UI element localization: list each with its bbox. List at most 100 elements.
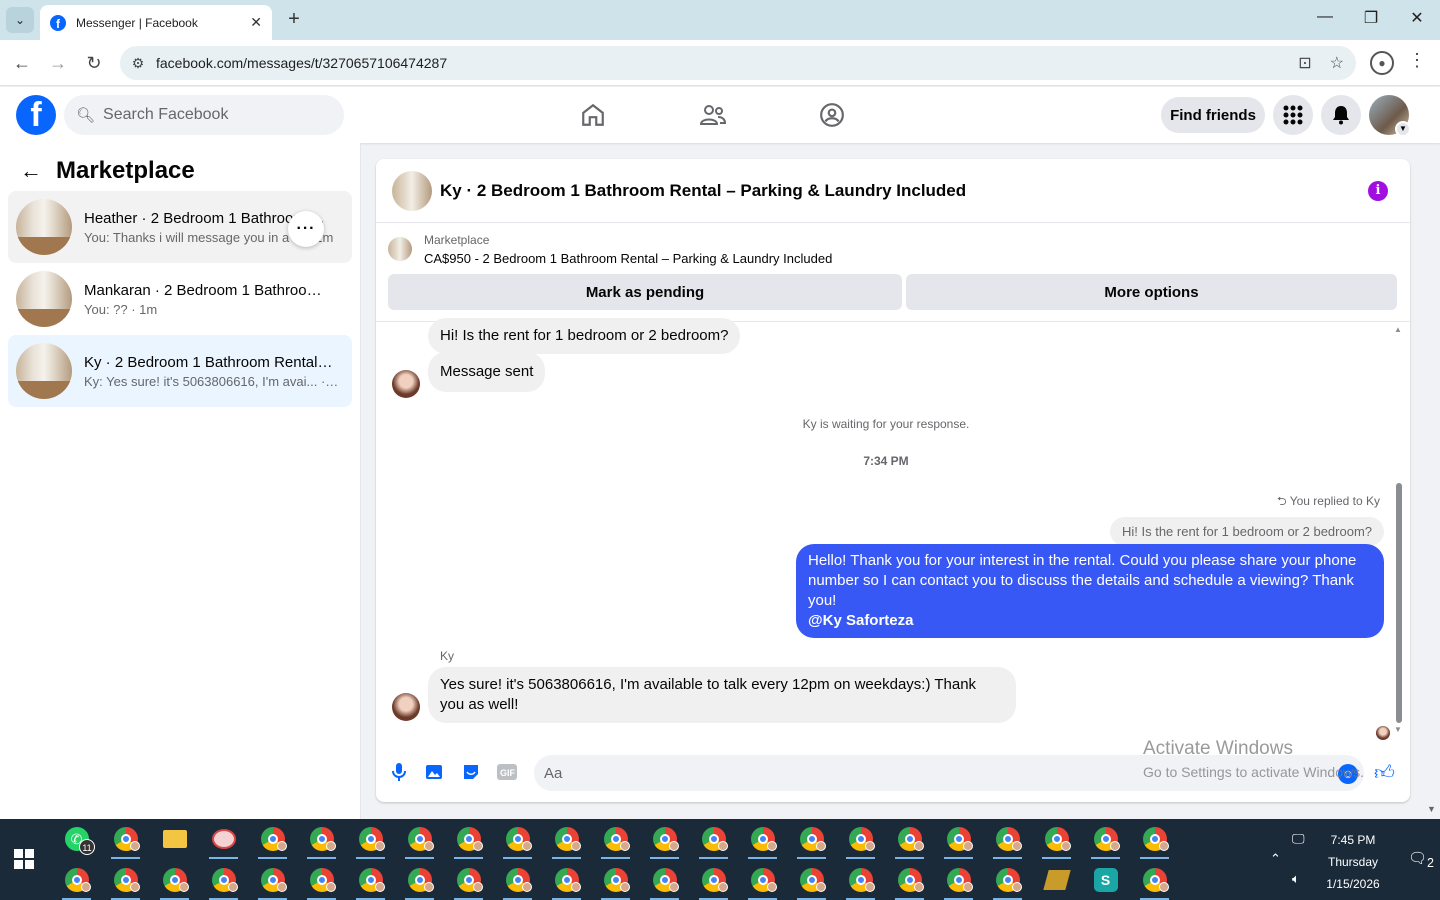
close-window-button[interactable]: ✕ [1402, 8, 1432, 28]
more-options-button[interactable]: More options [906, 274, 1397, 310]
mention[interactable]: @Ky Saforteza [808, 611, 1372, 631]
chrome-taskbar-icon[interactable] [297, 819, 346, 859]
chrome-taskbar-icon[interactable] [493, 819, 542, 859]
chrome-taskbar-icon[interactable] [346, 860, 395, 900]
chrome-taskbar-icon[interactable] [1130, 819, 1179, 859]
file-explorer-taskbar-icon[interactable] [150, 819, 199, 859]
chrome-taskbar-icon[interactable] [395, 860, 444, 900]
chrome-taskbar-icon[interactable] [787, 819, 836, 859]
chrome-taskbar-icon[interactable] [885, 860, 934, 900]
facebook-search[interactable]: 🔍︎ [64, 95, 344, 135]
vpn-taskbar-icon[interactable]: S [1081, 860, 1130, 900]
chrome-taskbar-icon[interactable] [934, 819, 983, 859]
back-arrow-icon[interactable]: ← [10, 51, 34, 75]
marketplace-listing-banner[interactable]: Marketplace CA$950 - 2 Bedroom 1 Bathroo… [388, 233, 832, 266]
chrome-taskbar-icon[interactable] [248, 819, 297, 859]
chrome-taskbar-icon[interactable] [395, 819, 444, 859]
search-input[interactable] [103, 106, 324, 124]
notification-center-icon[interactable]: 🗨︎2 [1408, 849, 1434, 870]
windows-start-icon[interactable] [14, 849, 34, 869]
chat-title[interactable]: Ky · 2 Bedroom 1 Bathroom Rental – Parki… [440, 181, 966, 201]
browser-menu-icon[interactable]: ⋮ [1408, 50, 1426, 71]
listing-thumbnail[interactable] [392, 170, 432, 211]
browser-profile-icon[interactable]: ● [1370, 51, 1394, 75]
friends-icon[interactable] [693, 99, 733, 131]
site-info-icon[interactable]: ⚙ [120, 55, 156, 72]
chrome-taskbar-icon[interactable] [591, 860, 640, 900]
chrome-taskbar-icon[interactable] [983, 860, 1032, 900]
paint-taskbar-icon[interactable] [199, 819, 248, 859]
install-app-icon[interactable]: ⊡ [1298, 53, 1311, 73]
chrome-taskbar-icon[interactable] [787, 860, 836, 900]
chrome-taskbar-icon[interactable] [689, 860, 738, 900]
minimize-window-button[interactable]: — [1310, 8, 1340, 26]
conversation-item-selected[interactable]: Ky · 2 Bedroom 1 Bathroom Rental – Parki… [8, 335, 352, 407]
message-scrollbar[interactable]: ▲ ▼ [1394, 325, 1404, 735]
chrome-taskbar-icon[interactable] [934, 860, 983, 900]
notifications-bell-icon[interactable] [1321, 95, 1361, 135]
chrome-taskbar-icon[interactable] [150, 860, 199, 900]
network-icon[interactable]: 🖵︎ [1292, 831, 1305, 847]
chrome-taskbar-icon[interactable] [346, 819, 395, 859]
chrome-taskbar-icon[interactable] [591, 819, 640, 859]
facebook-logo[interactable]: f [16, 95, 56, 135]
quoted-message[interactable]: Hi! Is the rent for 1 bedroom or 2 bedro… [1109, 517, 1384, 546]
chrome-taskbar-icon[interactable] [738, 860, 787, 900]
account-avatar[interactable]: ▼ [1369, 95, 1411, 137]
groups-icon[interactable] [812, 99, 852, 131]
chrome-taskbar-icon[interactable] [836, 860, 885, 900]
chrome-taskbar-icon[interactable] [444, 860, 493, 900]
address-bar[interactable]: ⚙ facebook.com/messages/t/32706571064742… [120, 46, 1356, 80]
back-arrow-icon[interactable]: ← [20, 158, 42, 184]
chrome-taskbar-icon[interactable] [444, 819, 493, 859]
sticker-icon[interactable] [460, 761, 482, 783]
chrome-taskbar-icon[interactable] [836, 819, 885, 859]
gif-icon[interactable]: GIF [496, 761, 518, 783]
thumbs-up-icon[interactable]: 👍︎ [1374, 761, 1395, 785]
contact-avatar[interactable] [392, 693, 420, 721]
info-icon[interactable]: i [1368, 181, 1388, 201]
conversation-item[interactable]: Mankaran · 2 Bedroom 1 Bathroom Rental –… [8, 263, 352, 335]
reload-icon[interactable]: ↻ [82, 51, 106, 75]
find-friends-button[interactable]: Find friends [1161, 97, 1265, 133]
menu-grid-icon[interactable] [1273, 95, 1313, 135]
chrome-taskbar-icon[interactable] [983, 819, 1032, 859]
close-tab-icon[interactable]: ✕ [250, 14, 262, 31]
chrome-taskbar-icon[interactable] [297, 860, 346, 900]
contact-avatar[interactable] [392, 370, 420, 398]
app-taskbar-icon[interactable] [1032, 860, 1081, 900]
scroll-up-arrow[interactable]: ▲ [1394, 325, 1402, 334]
chrome-taskbar-icon[interactable] [52, 860, 101, 900]
chrome-taskbar-icon[interactable] [689, 819, 738, 859]
chrome-taskbar-icon[interactable] [1032, 819, 1081, 859]
chrome-taskbar-icon[interactable] [542, 860, 591, 900]
chrome-taskbar-icon[interactable] [640, 819, 689, 859]
page-scroll-down-arrow[interactable]: ▼ [1427, 804, 1436, 814]
home-icon[interactable] [573, 99, 613, 131]
url-text[interactable]: facebook.com/messages/t/3270657106474287 [156, 55, 447, 71]
chrome-taskbar-icon[interactable] [885, 819, 934, 859]
photo-icon[interactable] [424, 761, 446, 783]
more-options-icon[interactable]: ··· [288, 211, 324, 247]
browser-tab[interactable]: f Messenger | Facebook ✕ [40, 5, 272, 40]
show-hidden-icons-chevron-icon[interactable]: ⌃ [1270, 851, 1281, 867]
chrome-taskbar-icon[interactable] [1130, 860, 1179, 900]
tab-search-button[interactable]: ⌄ [6, 7, 34, 33]
clock[interactable]: 7:45 PM Thursday 1/15/2026 [1318, 829, 1388, 895]
chrome-taskbar-icon[interactable] [542, 819, 591, 859]
whatsapp-taskbar-icon[interactable]: ✆ 11 [52, 819, 101, 859]
chrome-taskbar-icon[interactable] [1081, 819, 1130, 859]
bookmark-star-icon[interactable]: ☆ [1330, 53, 1344, 73]
scrollbar-thumb[interactable] [1396, 483, 1402, 723]
new-tab-button[interactable]: + [282, 8, 306, 31]
scroll-down-arrow[interactable]: ▼ [1394, 725, 1402, 734]
chrome-taskbar-icon[interactable] [199, 860, 248, 900]
chrome-taskbar-icon[interactable] [248, 860, 297, 900]
maximize-window-button[interactable]: ❐ [1356, 8, 1386, 28]
forward-arrow-icon[interactable]: → [46, 51, 70, 75]
chrome-taskbar-icon[interactable] [640, 860, 689, 900]
chrome-taskbar-icon[interactable] [101, 860, 150, 900]
mark-as-pending-button[interactable]: Mark as pending [388, 274, 902, 310]
volume-icon[interactable]: 🔈︎ [1292, 871, 1300, 887]
chrome-taskbar-icon[interactable] [493, 860, 542, 900]
